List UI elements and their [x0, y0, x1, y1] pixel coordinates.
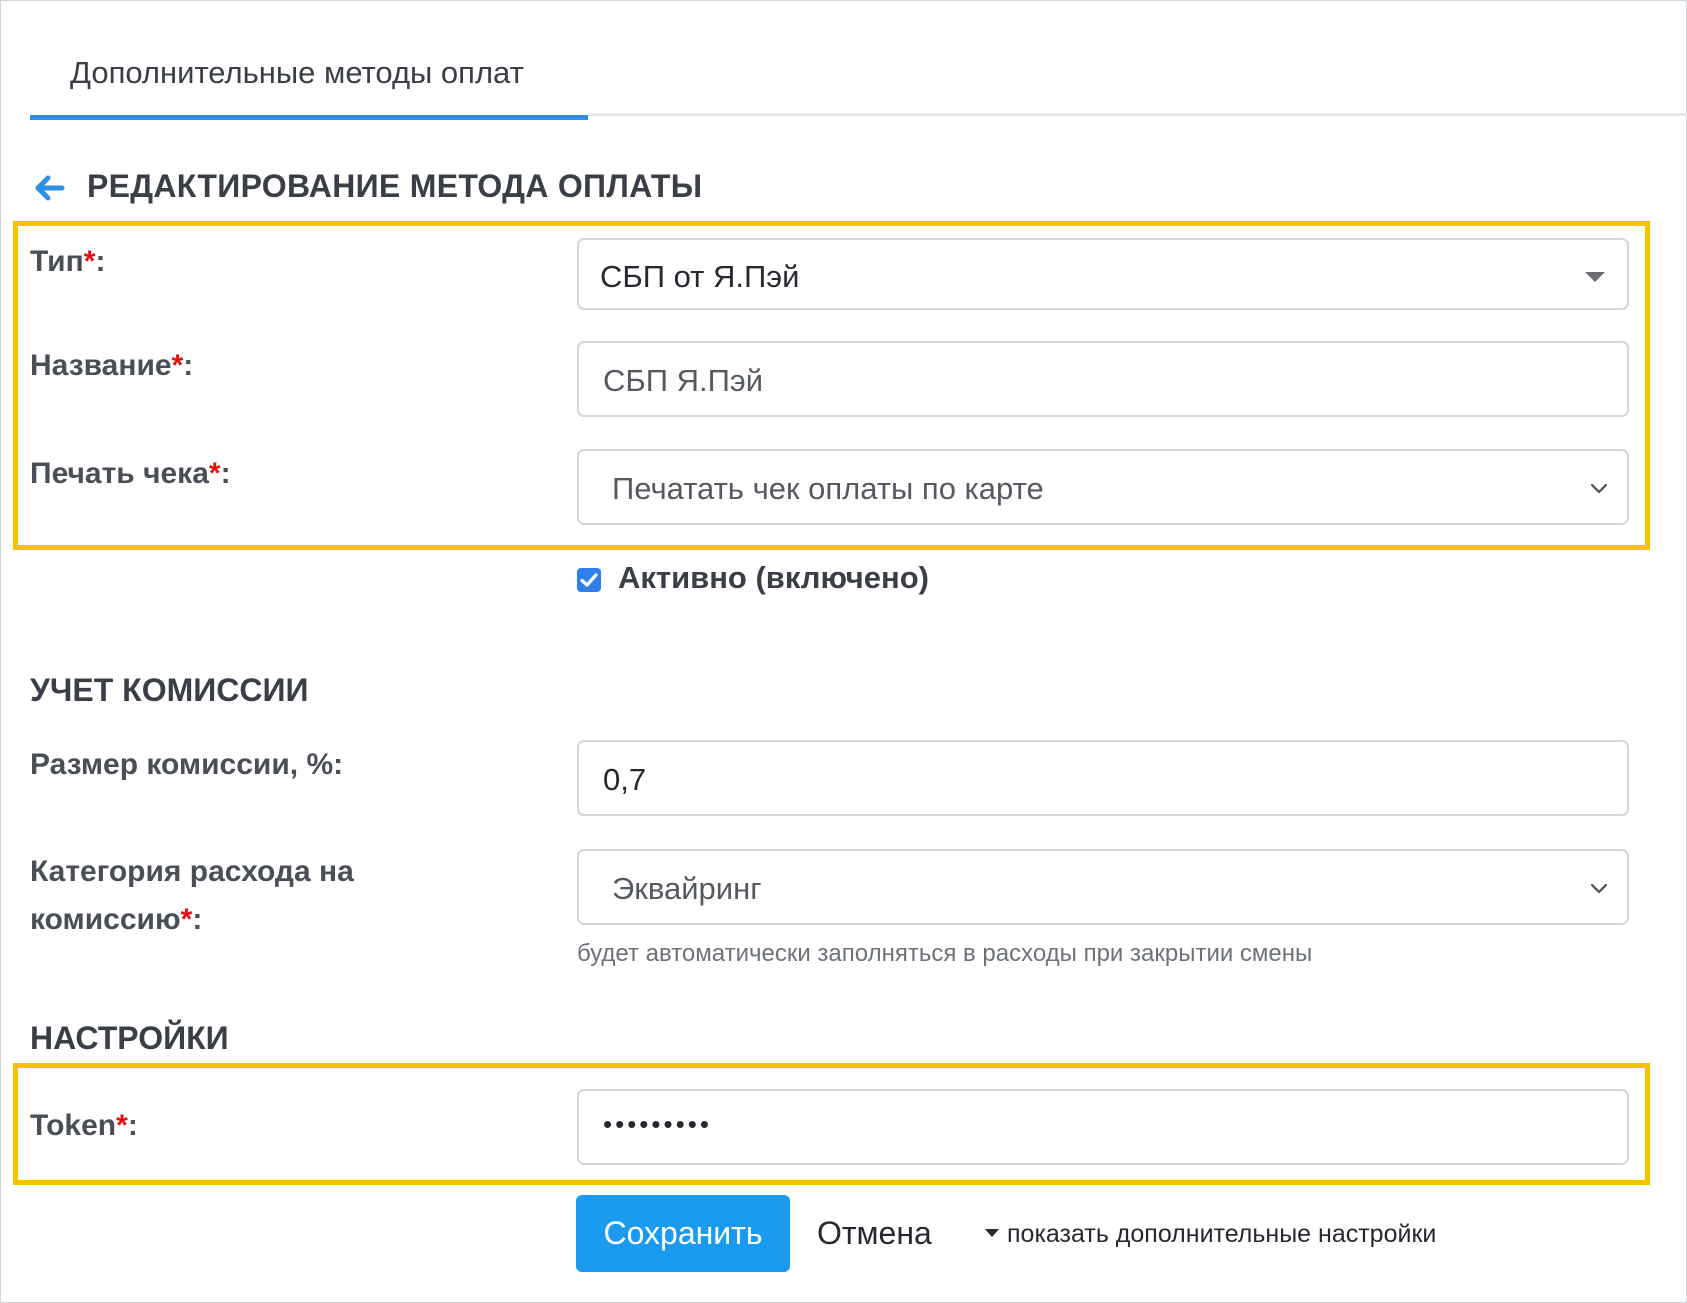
- settings-heading: НАСТРОЙКИ: [30, 1020, 229, 1056]
- name-input[interactable]: СБП Я.Пэй: [577, 341, 1629, 417]
- type-select-value: СБП от Я.Пэй: [600, 259, 800, 294]
- save-button[interactable]: Сохранить: [576, 1195, 790, 1272]
- type-select[interactable]: СБП от Я.Пэй: [577, 238, 1629, 310]
- show-more-settings-label: показать дополнительные настройки: [1007, 1220, 1437, 1248]
- commission-size-label: Размер комиссии, %:: [30, 748, 344, 781]
- commission-size-input[interactable]: 0,7: [577, 740, 1629, 816]
- caret-down-icon: [1585, 272, 1605, 282]
- type-label: Тип*:: [30, 245, 106, 278]
- tab-bar-divider: [588, 113, 1687, 116]
- receipt-label: Печать чека*:: [30, 457, 231, 490]
- tab-additional-payment-methods[interactable]: Дополнительные методы оплат: [30, 0, 588, 120]
- active-checkbox[interactable]: [577, 568, 601, 592]
- commission-heading: УЧЕТ КОМИССИИ: [30, 672, 309, 708]
- name-input-value: СБП Я.Пэй: [603, 363, 764, 398]
- chevron-down-icon: [1590, 483, 1608, 494]
- commission-category-label: Категория расхода на комиссию*:: [30, 855, 354, 936]
- page-title: РЕДАКТИРОВАНИЕ МЕТОДА ОПЛАТЫ: [87, 168, 703, 204]
- caret-down-icon: [985, 1229, 999, 1238]
- commission-size-value: 0,7: [603, 762, 647, 797]
- tab-label: Дополнительные методы оплат: [70, 55, 524, 90]
- token-label: Token*:: [30, 1109, 138, 1142]
- active-checkbox-label[interactable]: Активно (включено): [618, 560, 929, 596]
- token-input-value: •••••••••: [603, 1109, 712, 1139]
- checkmark-icon: [580, 573, 598, 587]
- tab-bar: Дополнительные методы оплат: [30, 0, 1687, 120]
- receipt-select[interactable]: Печатать чек оплаты по карте: [577, 449, 1629, 525]
- cancel-link[interactable]: Отмена: [817, 1215, 932, 1252]
- back-arrow-icon[interactable]: [34, 172, 66, 204]
- commission-category-hint: будет автоматически заполняться в расход…: [577, 940, 1313, 967]
- token-input[interactable]: •••••••••: [577, 1089, 1629, 1165]
- name-label: Название*:: [30, 349, 194, 382]
- commission-category-select[interactable]: Эквайринг: [577, 849, 1629, 925]
- commission-category-value: Эквайринг: [612, 871, 762, 906]
- show-more-settings-link[interactable]: показать дополнительные настройки: [985, 1220, 1436, 1249]
- receipt-select-value: Печатать чек оплаты по карте: [612, 471, 1044, 506]
- chevron-down-icon: [1590, 883, 1608, 894]
